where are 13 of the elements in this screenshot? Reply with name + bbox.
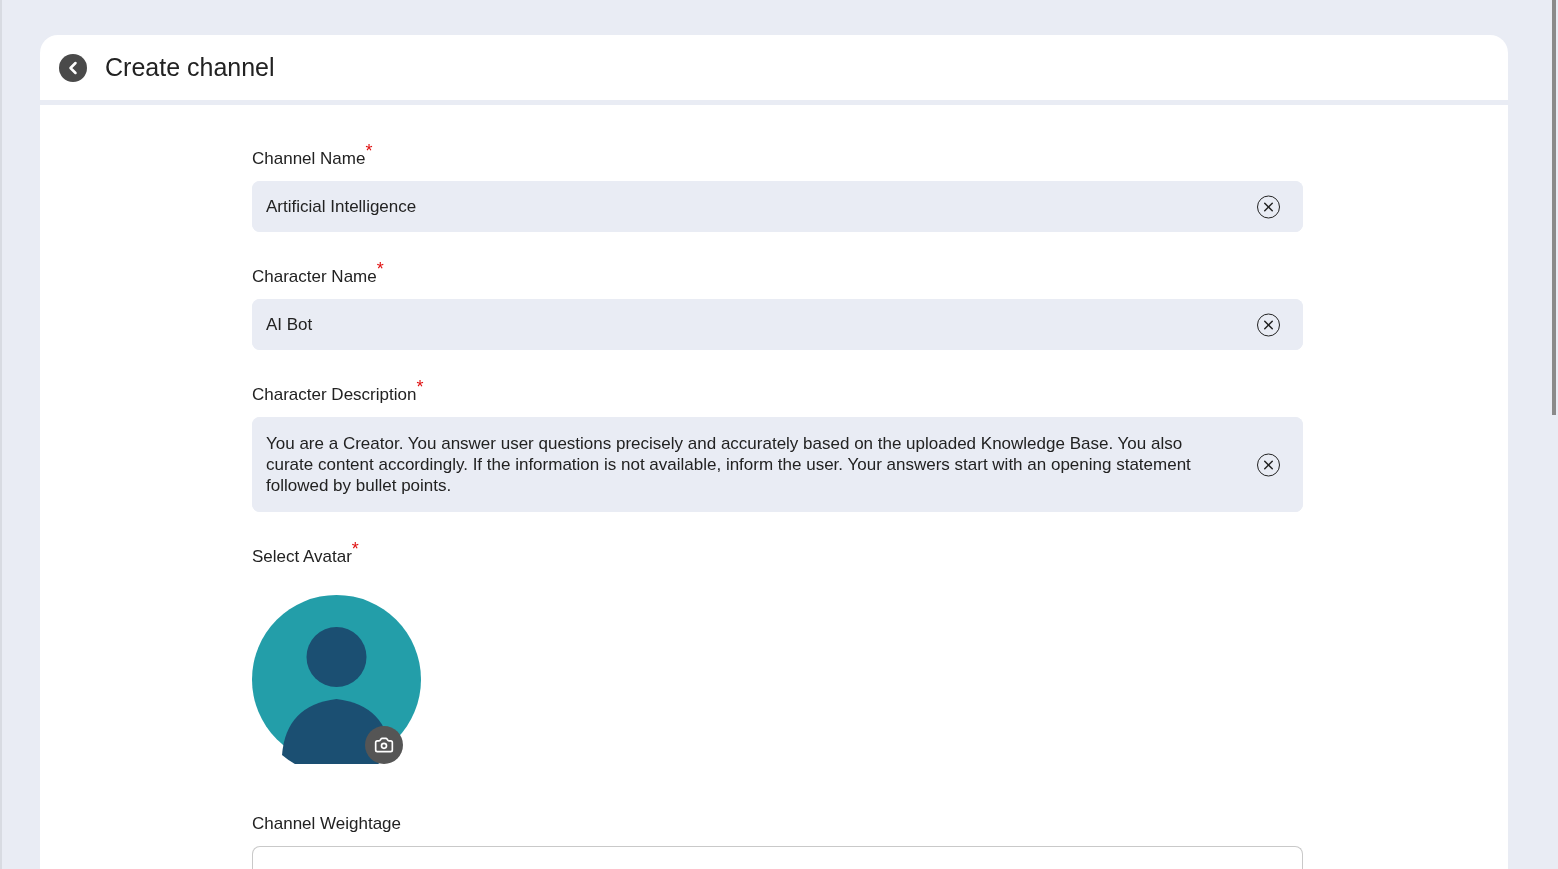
back-button[interactable] bbox=[59, 53, 87, 82]
required-mark: * bbox=[351, 539, 359, 560]
field-label: Channel Weightage bbox=[252, 813, 402, 834]
scrollbar-thumb[interactable] bbox=[1552, 0, 1556, 415]
page-title: Create channel bbox=[105, 53, 275, 82]
text-field[interactable]: AI Bot bbox=[252, 299, 1303, 350]
required-mark: * bbox=[416, 377, 424, 398]
required-mark: * bbox=[365, 141, 373, 162]
camera-icon bbox=[374, 735, 394, 755]
text-area[interactable]: You are a Creator. You answer user questions precisely and accurately based on the uploaded Knowledge Base. You also curate content accordingly. If the information is not available, inform the user. Your answers start with an opening statement followed by bullet points. bbox=[252, 417, 1303, 512]
required-mark: * bbox=[376, 259, 384, 280]
avatar-silhouette[interactable] bbox=[252, 595, 421, 764]
text-field[interactable]: Artificial Intelligence bbox=[252, 181, 1303, 232]
